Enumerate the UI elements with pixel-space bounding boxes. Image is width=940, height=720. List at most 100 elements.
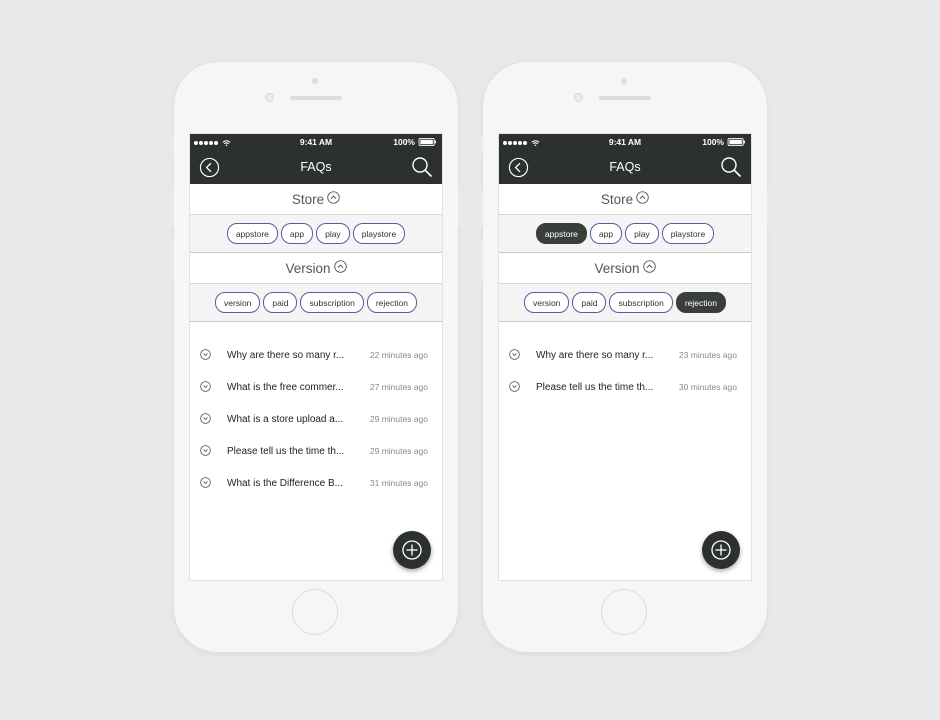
app-screen: 9:41 AM 100% FAQs Store appstore app pla… xyxy=(499,134,751,580)
add-question-button[interactable] xyxy=(702,531,740,569)
tag-chip-rejection[interactable]: rejection xyxy=(675,292,726,313)
section-header-store[interactable]: Store xyxy=(499,184,751,215)
faq-time: 29 minutes ago xyxy=(369,446,428,456)
chevron-down-circle-icon xyxy=(200,381,211,392)
search-icon[interactable] xyxy=(411,156,433,178)
front-camera xyxy=(621,78,627,84)
tag-chip-paid[interactable]: paid xyxy=(263,292,298,313)
mute-switch xyxy=(170,136,174,158)
page-title: FAQs xyxy=(609,160,641,174)
battery-percent: 100% xyxy=(393,137,415,147)
proximity-sensor xyxy=(265,93,274,102)
section-title: Version xyxy=(285,260,331,276)
status-bar: 9:41 AM 100% xyxy=(190,134,442,151)
volume-up-button xyxy=(170,186,174,228)
status-bar: 9:41 AM 100% xyxy=(499,134,751,151)
earpiece-speaker xyxy=(290,96,342,100)
add-question-button[interactable] xyxy=(393,531,431,569)
faq-item[interactable]: Please tell us the time th... 29 minutes… xyxy=(190,435,442,467)
tag-chip-app[interactable]: app xyxy=(280,223,314,244)
faq-time: 22 minutes ago xyxy=(369,350,428,360)
battery-icon xyxy=(418,138,436,146)
faq-time: 29 minutes ago xyxy=(369,414,428,424)
page-title: FAQs xyxy=(300,160,332,174)
plus-circle-icon xyxy=(711,540,731,560)
chevron-up-circle-icon xyxy=(327,190,340,204)
section-header-version[interactable]: Version xyxy=(499,253,751,284)
battery-status: 100% xyxy=(393,137,437,147)
faq-question: What is the Difference B... xyxy=(227,477,343,489)
front-camera xyxy=(312,78,318,84)
battery-icon xyxy=(727,138,745,146)
faq-item[interactable]: What is the free commer... 27 minutes ag… xyxy=(190,371,442,403)
battery-percent: 100% xyxy=(702,137,724,147)
tag-chip-playstore[interactable]: playstore xyxy=(352,223,406,244)
tag-chip-app[interactable]: app xyxy=(589,223,623,244)
faq-time: 27 minutes ago xyxy=(369,382,428,392)
chevron-up-circle-icon xyxy=(636,190,649,204)
chevron-down-circle-icon xyxy=(200,349,211,360)
volume-up-button xyxy=(479,186,483,228)
proximity-sensor xyxy=(574,93,583,102)
nav-bar: FAQs xyxy=(499,151,751,184)
tag-chip-subscription[interactable]: subscription xyxy=(609,292,673,313)
plus-circle-icon xyxy=(402,540,422,560)
chevron-down-circle-icon xyxy=(509,381,520,392)
chevron-down-circle-icon xyxy=(200,445,211,456)
tag-chip-version[interactable]: version xyxy=(524,292,570,313)
tag-chip-playstore[interactable]: playstore xyxy=(661,223,715,244)
power-button xyxy=(767,186,771,228)
section-title: Version xyxy=(594,260,640,276)
phone-left: 9:41 AM 100% FAQs Store appstore app pla… xyxy=(170,62,462,652)
power-button xyxy=(458,186,462,228)
nav-bar: FAQs xyxy=(190,151,442,184)
app-screen: 9:41 AM 100% FAQs Store appstore app pla… xyxy=(190,134,442,580)
faq-question: Why are there so many r... xyxy=(227,349,345,361)
faq-item[interactable]: Please tell us the time th... 30 minutes… xyxy=(499,371,751,403)
home-button xyxy=(292,589,338,635)
tag-row-store: appstore app play playstore xyxy=(190,215,442,253)
tag-chip-play[interactable]: play xyxy=(316,223,350,244)
tag-chip-paid[interactable]: paid xyxy=(572,292,607,313)
tag-row-version: version paid subscription rejection xyxy=(190,284,442,322)
faq-time: 23 minutes ago xyxy=(678,350,737,360)
faq-question: Please tell us the time th... xyxy=(227,445,345,457)
mute-switch xyxy=(479,136,483,158)
faq-list: Why are there so many r... 23 minutes ag… xyxy=(499,322,751,403)
tag-chip-appstore[interactable]: appstore xyxy=(226,223,278,244)
chevron-up-circle-icon xyxy=(333,259,347,273)
faq-item[interactable]: What is the Difference B... 31 minutes a… xyxy=(190,467,442,499)
chevron-up-circle-icon xyxy=(642,259,656,273)
earpiece-speaker xyxy=(599,96,651,100)
faq-item[interactable]: Why are there so many r... 22 minutes ag… xyxy=(190,339,442,371)
tag-row-version: version paid subscription rejection xyxy=(499,284,751,322)
faq-question: Please tell us the time th... xyxy=(536,381,654,393)
battery-status: 100% xyxy=(702,137,746,147)
tag-chip-version[interactable]: version xyxy=(215,292,261,313)
volume-down-button xyxy=(479,240,483,282)
faq-list: Why are there so many r... 22 minutes ag… xyxy=(190,322,442,499)
section-header-store[interactable]: Store xyxy=(190,184,442,215)
faq-question: What is the free commer... xyxy=(227,381,344,393)
section-header-version[interactable]: Version xyxy=(190,253,442,284)
section-title: Store xyxy=(600,191,634,207)
tag-chip-play[interactable]: play xyxy=(625,223,659,244)
phone-right: 9:41 AM 100% FAQs Store appstore app pla… xyxy=(479,62,771,652)
chevron-down-circle-icon xyxy=(200,477,211,488)
faq-item[interactable]: What is a store upload a... 29 minutes a… xyxy=(190,403,442,435)
section-title: Store xyxy=(291,191,325,207)
faq-question: What is a store upload a... xyxy=(227,413,344,425)
mockup-stage: 9:41 AM 100% FAQs Store appstore app pla… xyxy=(0,0,940,720)
faq-question: Why are there so many r... xyxy=(536,349,654,361)
chevron-down-circle-icon xyxy=(200,413,211,424)
tag-chip-rejection[interactable]: rejection xyxy=(366,292,417,313)
faq-time: 30 minutes ago xyxy=(678,382,737,392)
chevron-down-circle-icon xyxy=(509,349,520,360)
faq-item[interactable]: Why are there so many r... 23 minutes ag… xyxy=(499,339,751,371)
home-button xyxy=(601,589,647,635)
search-icon[interactable] xyxy=(720,156,742,178)
tag-chip-appstore[interactable]: appstore xyxy=(535,223,587,244)
tag-chip-subscription[interactable]: subscription xyxy=(300,292,364,313)
tag-row-store: appstore app play playstore xyxy=(499,215,751,253)
volume-down-button xyxy=(170,240,174,282)
